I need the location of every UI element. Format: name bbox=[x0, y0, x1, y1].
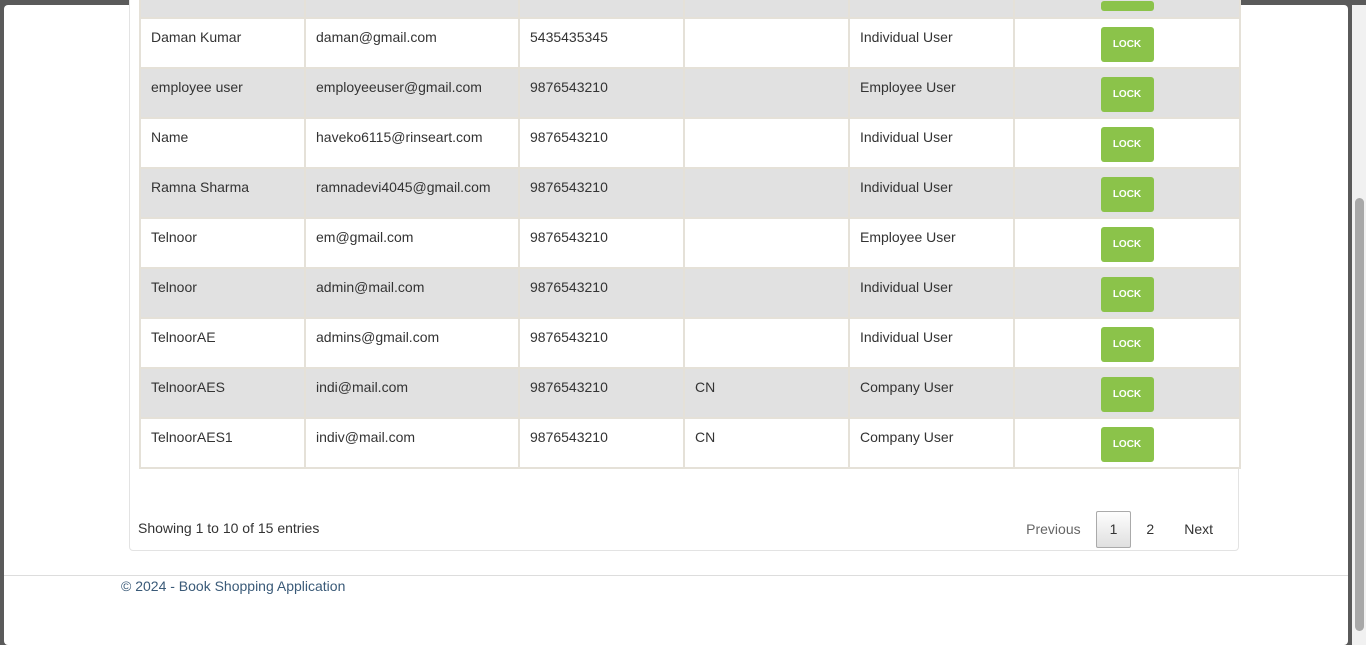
lock-button[interactable] bbox=[1100, 1, 1154, 11]
cell-phone: 9876543210 bbox=[518, 267, 685, 319]
cell-action: LOCK bbox=[1013, 417, 1241, 469]
cell-extra bbox=[683, 67, 850, 119]
table-row: Telnoor em@gmail.com 9876543210 Employee… bbox=[139, 217, 1241, 269]
cell-action: LOCK bbox=[1013, 17, 1241, 69]
table-row: TelnoorAES1 indiv@mail.com 9876543210 CN… bbox=[139, 417, 1241, 469]
cell-extra bbox=[683, 267, 850, 319]
modal-dialog: Daman Kumar daman@gmail.com 5435435345 I… bbox=[4, 0, 1348, 645]
cell-name: Daman Kumar bbox=[139, 17, 306, 69]
cell-name: TelnoorAES1 bbox=[139, 417, 306, 469]
cell-email: admins@gmail.com bbox=[304, 317, 520, 369]
table-row: Telnoor admin@mail.com 9876543210 Indivi… bbox=[139, 267, 1241, 319]
cell-name bbox=[139, 0, 306, 19]
cell-email: daman@gmail.com bbox=[304, 17, 520, 69]
cell-action: LOCK bbox=[1013, 167, 1241, 219]
cell-phone: 9876543210 bbox=[518, 317, 685, 369]
cell-phone: 5435435345 bbox=[518, 17, 685, 69]
cell-user-type: Individual User bbox=[848, 17, 1015, 69]
cell-extra bbox=[683, 117, 850, 169]
page-2-button[interactable]: 2 bbox=[1131, 512, 1169, 547]
cell-extra bbox=[683, 217, 850, 269]
cell-email: admin@mail.com bbox=[304, 267, 520, 319]
cell-name: TelnoorAES bbox=[139, 367, 306, 419]
scrollbar[interactable] bbox=[1352, 5, 1366, 645]
cell-phone bbox=[518, 0, 685, 19]
cell-user-type: Individual User bbox=[848, 167, 1015, 219]
cell-extra bbox=[683, 167, 850, 219]
cell-action: LOCK bbox=[1013, 67, 1241, 119]
lock-button[interactable]: LOCK bbox=[1100, 227, 1154, 262]
page-1-button[interactable]: 1 bbox=[1095, 511, 1132, 548]
cell-action: LOCK bbox=[1013, 267, 1241, 319]
cell-extra bbox=[683, 0, 850, 19]
lock-button[interactable]: LOCK bbox=[1100, 327, 1154, 362]
cell-user-type: Individual User bbox=[848, 117, 1015, 169]
cell-phone: 9876543210 bbox=[518, 67, 685, 119]
table-row: Daman Kumar daman@gmail.com 5435435345 I… bbox=[139, 17, 1241, 69]
cell-user-type: Company User bbox=[848, 417, 1015, 469]
cell-action: LOCK bbox=[1013, 217, 1241, 269]
cell-extra: CN bbox=[683, 367, 850, 419]
cell-user-type: Individual User bbox=[848, 267, 1015, 319]
next-button[interactable]: Next bbox=[1169, 512, 1228, 547]
table-row: TelnoorAE admins@gmail.com 9876543210 In… bbox=[139, 317, 1241, 369]
cell-phone: 9876543210 bbox=[518, 417, 685, 469]
cell-user-type: Employee User bbox=[848, 67, 1015, 119]
lock-button[interactable]: LOCK bbox=[1100, 277, 1154, 312]
cell-user-type: Employee User bbox=[848, 217, 1015, 269]
cell-email: indi@mail.com bbox=[304, 367, 520, 419]
footer-copyright[interactable]: © 2024 - Book Shopping Application bbox=[121, 578, 345, 594]
lock-button[interactable]: LOCK bbox=[1100, 127, 1154, 162]
cell-name: TelnoorAE bbox=[139, 317, 306, 369]
cell-email: ramnadevi4045@gmail.com bbox=[304, 167, 520, 219]
cell-name: Name bbox=[139, 117, 306, 169]
cell-user-type: Individual User bbox=[848, 317, 1015, 369]
cell-email: haveko6115@rinseart.com bbox=[304, 117, 520, 169]
lock-button[interactable]: LOCK bbox=[1100, 77, 1154, 112]
cell-extra bbox=[683, 17, 850, 69]
users-panel: Daman Kumar daman@gmail.com 5435435345 I… bbox=[129, 0, 1241, 551]
cell-action: LOCK bbox=[1013, 367, 1241, 419]
lock-button[interactable]: LOCK bbox=[1100, 427, 1154, 462]
cell-email bbox=[304, 0, 520, 19]
cell-phone: 9876543210 bbox=[518, 167, 685, 219]
cell-name: Telnoor bbox=[139, 217, 306, 269]
cell-extra: CN bbox=[683, 417, 850, 469]
users-table: Daman Kumar daman@gmail.com 5435435345 I… bbox=[139, 0, 1241, 469]
cell-email: employeeuser@gmail.com bbox=[304, 67, 520, 119]
footer-divider bbox=[4, 575, 1348, 576]
cell-user-type bbox=[848, 0, 1015, 19]
cell-phone: 9876543210 bbox=[518, 367, 685, 419]
previous-button[interactable]: Previous bbox=[1011, 512, 1095, 547]
cell-name: employee user bbox=[139, 67, 306, 119]
cell-name: Ramna Sharma bbox=[139, 167, 306, 219]
lock-button[interactable]: LOCK bbox=[1100, 177, 1154, 212]
pagination: Previous 1 2 Next bbox=[1011, 511, 1228, 548]
cell-name: Telnoor bbox=[139, 267, 306, 319]
table-row: TelnoorAES indi@mail.com 9876543210 CN C… bbox=[139, 367, 1241, 419]
lock-button[interactable]: LOCK bbox=[1100, 377, 1154, 412]
cell-email: indiv@mail.com bbox=[304, 417, 520, 469]
cell-user-type: Company User bbox=[848, 367, 1015, 419]
table-row: Name haveko6115@rinseart.com 9876543210 … bbox=[139, 117, 1241, 169]
cell-phone: 9876543210 bbox=[518, 117, 685, 169]
cell-extra bbox=[683, 317, 850, 369]
cell-action: LOCK bbox=[1013, 117, 1241, 169]
cell-action bbox=[1013, 0, 1241, 19]
table-row: employee user employeeuser@gmail.com 987… bbox=[139, 67, 1241, 119]
cell-phone: 9876543210 bbox=[518, 217, 685, 269]
cell-email: em@gmail.com bbox=[304, 217, 520, 269]
table-row bbox=[139, 0, 1241, 19]
table-row: Ramna Sharma ramnadevi4045@gmail.com 987… bbox=[139, 167, 1241, 219]
cell-action: LOCK bbox=[1013, 317, 1241, 369]
scrollbar-thumb[interactable] bbox=[1355, 198, 1364, 631]
lock-button[interactable]: LOCK bbox=[1100, 27, 1154, 62]
table-info: Showing 1 to 10 of 15 entries bbox=[138, 520, 320, 536]
